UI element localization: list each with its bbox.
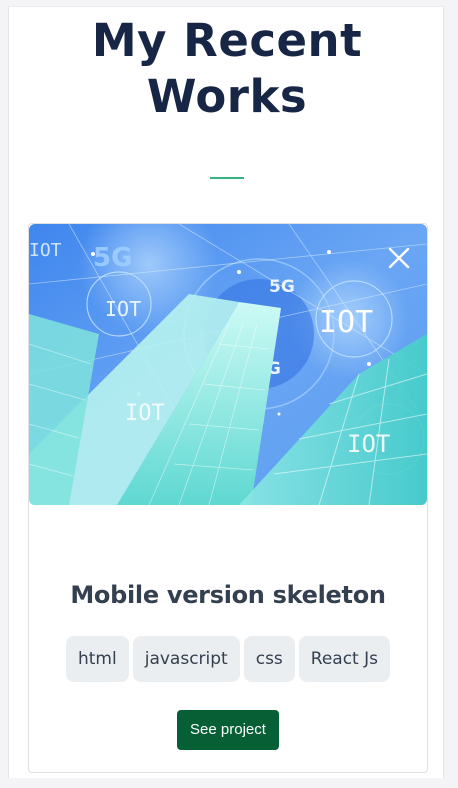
project-title: Mobile version skeleton [70,581,386,609]
section-title-line-2: Works [146,70,308,123]
project-image: 5G IOT 5G IOT 5G IOT [29,224,427,505]
project-image-graphic: 5G IOT 5G IOT 5G IOT [29,224,427,505]
image-label-iot-1: IOT [105,297,141,321]
tech-tag: React Js [298,636,390,682]
close-icon [388,247,410,269]
tech-tag-list: html javascript css React Js [29,636,427,682]
image-label-iot-5: IOT [347,430,390,458]
tech-tag: javascript [132,636,240,682]
project-card: 5G IOT 5G IOT 5G IOT [28,223,428,773]
image-label-5g-1: 5G [93,243,132,273]
image-label-iot-4: IOT [125,401,165,426]
tech-tag: html [65,636,129,682]
title-divider [210,177,244,179]
close-button[interactable] [385,244,413,272]
section-title-line-1: My Recent [91,14,363,67]
image-label-iot-2: IOT [319,305,373,340]
section-title: My Recent Works [9,13,445,125]
image-label-iot-3: IOT [29,240,62,261]
works-section: My Recent Works 5G IOT 5G IOT IOT IOT IO… [8,6,444,778]
see-project-button[interactable]: See project [177,710,279,750]
image-label-5g-2: 5G [269,277,295,297]
tech-tag: css [243,636,295,682]
